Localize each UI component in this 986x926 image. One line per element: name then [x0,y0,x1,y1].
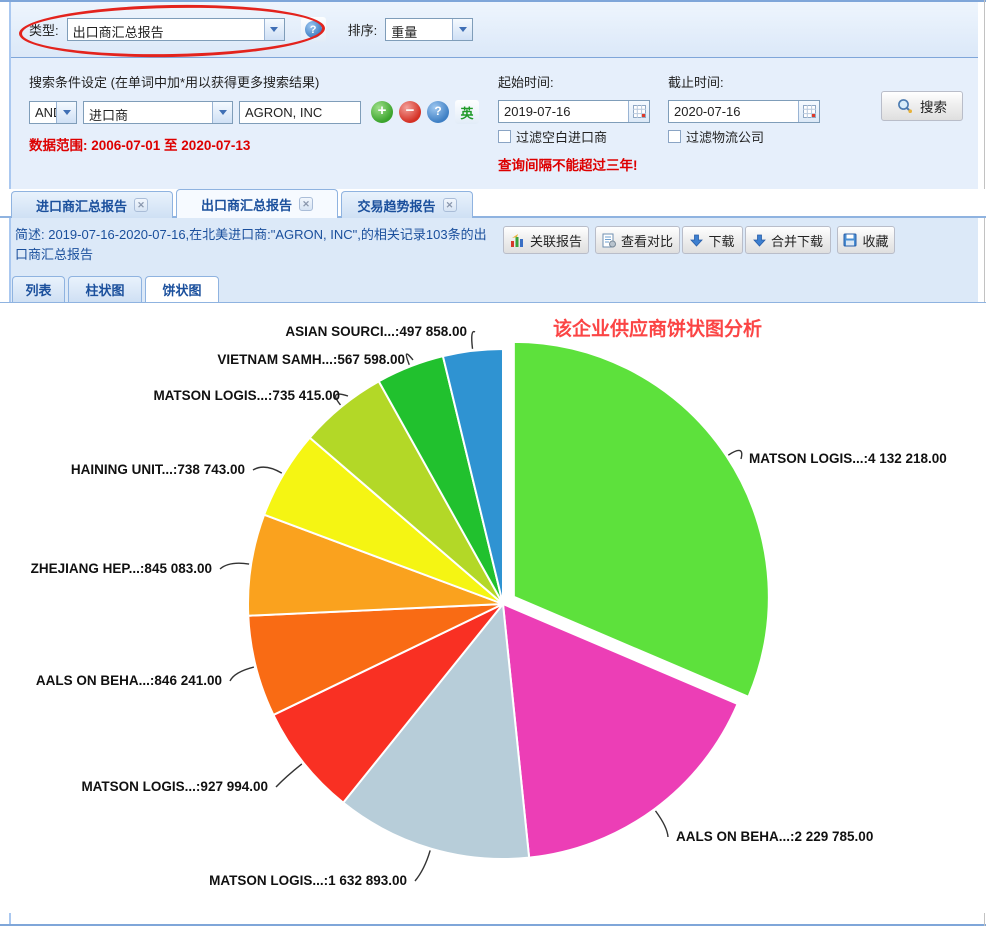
search-icon [897,98,913,114]
trade-report-window: 类型: 出口商汇总报告 ? 排序: 重量 搜索条件设定 (在单词中加*用以获得更… [0,0,986,926]
pie-label-leader-line [415,850,430,881]
pie-label-leader-line [406,354,413,365]
search-button-label: 搜索 [920,96,947,116]
button-label: 下载 [708,231,734,250]
remove-condition-button[interactable]: − [399,101,421,123]
pie-slice-label: ZHEJIANG HEP...:845 083.00 [31,561,212,576]
pie-label-leader-line [472,332,475,349]
search-panel: 搜索条件设定 (在单词中加*用以获得更多搜索结果) AND 进口商 + − ? … [11,58,978,190]
chart-title: 该企业供应商饼状图分析 [553,314,762,341]
start-date-label: 起始时间: [498,75,554,90]
search-field-value: 进口商 [84,102,212,123]
chevron-down-icon[interactable] [56,102,76,123]
document-icon [602,233,616,248]
close-icon[interactable]: ✕ [299,197,313,211]
pie-label-leader-line [253,467,282,473]
boolean-operator-value: AND [30,102,56,123]
sort-label: 排序: [348,20,378,39]
bar-chart-icon [510,233,525,248]
pie-slice-label: MATSON LOGIS...:735 415.00 [153,388,340,403]
summary-text: 简述: 2019-07-16-2020-07-16,在北美进口商:"AGRON,… [15,225,493,265]
calendar-icon[interactable] [628,101,649,122]
sort-select[interactable]: 重量 [385,18,473,41]
chevron-down-icon[interactable] [264,19,284,40]
pie-slice-label: AALS ON BEHA...:2 229 785.00 [676,829,873,844]
tab-importer-summary-report[interactable]: 进口商汇总报告 ✕ [11,191,173,218]
help-icon[interactable]: ? [427,101,449,123]
start-date-field[interactable]: 2019-07-16 [498,100,650,123]
help-button[interactable]: ? [301,17,326,42]
view-tab-bar-chart[interactable]: 柱状图 [68,276,142,302]
start-date-value: 2019-07-16 [499,101,628,122]
favorite-button[interactable]: 收藏 [837,226,895,254]
query-interval-warning: 查询间隔不能超过三年! [498,154,638,174]
pie-slice-label: ASIAN SOURCI...:497 858.00 [285,324,467,339]
pie-chart-panel: MATSON LOGIS...:4 132 218.00 AALS ON BEHA… [0,302,986,913]
data-range-text: 数据范围: 2006-07-01 至 2020-07-13 [29,134,250,154]
download-button[interactable]: 下载 [682,226,743,254]
tab-label: 饼状图 [162,280,201,299]
pie-label-leader-line [276,764,302,787]
chevron-down-icon[interactable] [452,19,472,40]
tab-label: 出口商汇总报告 [201,195,292,214]
pie-slice-label: HAINING UNIT...:738 743.00 [71,462,245,477]
pie-label-leader-line [655,811,668,837]
pie-slice-label: AALS ON BEHA...:846 241.00 [36,673,222,688]
sort-value: 重量 [386,19,452,40]
keyword-input[interactable] [239,101,361,124]
tab-label: 列表 [25,280,51,299]
filter-blank-importer-checkbox[interactable] [498,130,511,143]
tab-label: 柱状图 [85,280,124,299]
download-arrow-icon [690,234,703,247]
tab-label: 交易趋势报告 [357,196,435,215]
pie-label-leader-line [220,563,249,569]
pie-slice-label: MATSON LOGIS...:927 994.00 [81,779,268,794]
tab-trade-trend-report[interactable]: 交易趋势报告 ✕ [341,191,473,218]
pie-slice-label: MATSON LOGIS...:1 632 893.00 [209,873,407,888]
summary-panel: 简述: 2019-07-16-2020-07-16,在北美进口商:"AGRON,… [11,218,978,302]
view-tab-list[interactable]: 列表 [12,276,65,302]
help-icon: ? [305,21,322,38]
supplier-pie-chart: MATSON LOGIS...:4 132 218.00 AALS ON BEHA… [0,303,986,913]
save-disk-icon [843,233,857,247]
view-compare-button[interactable]: 查看对比 [595,226,680,254]
search-field-select[interactable]: 进口商 [83,101,233,124]
chevron-down-icon[interactable] [212,102,232,123]
pie-slice-label: MATSON LOGIS...:4 132 218.00 [749,451,947,466]
tab-label: 进口商汇总报告 [36,196,127,215]
download-arrow-icon [753,234,766,247]
pie-label-leader-line [230,667,254,681]
button-label: 合并下载 [771,231,823,250]
related-report-button[interactable]: 关联报告 [503,226,589,254]
report-type-value: 出口商汇总报告 [68,19,264,40]
calendar-icon[interactable] [798,101,819,122]
view-tab-pie-chart[interactable]: 饼状图 [145,276,219,302]
pie-slice-label: VIETNAM SAMH...:567 598.00 [217,352,405,367]
button-label: 收藏 [862,231,888,250]
english-toggle-button[interactable]: 英 [455,100,479,124]
filter-logistics-checkbox[interactable] [668,130,681,143]
filter-logistics-label: 过滤物流公司 [686,127,764,146]
pie-label-leader-line [728,450,741,459]
button-label: 关联报告 [530,231,582,250]
search-button[interactable]: 搜索 [881,91,963,121]
add-condition-button[interactable]: + [371,101,393,123]
toolbar: 类型: 出口商汇总报告 ? 排序: 重量 [11,2,978,58]
end-date-field[interactable]: 2020-07-16 [668,100,820,123]
close-icon[interactable]: ✕ [134,198,148,212]
button-label: 查看对比 [621,231,673,250]
boolean-operator-select[interactable]: AND [29,101,77,124]
end-date-value: 2020-07-16 [669,101,798,122]
end-date-label: 截止时间: [668,75,724,90]
search-conditions-title: 搜索条件设定 (在单词中加*用以获得更多搜索结果) [29,72,319,91]
report-tab-bar: 进口商汇总报告 ✕ 出口商汇总报告 ✕ 交易趋势报告 ✕ [0,189,986,218]
tab-exporter-summary-report[interactable]: 出口商汇总报告 ✕ [176,189,338,218]
merge-download-button[interactable]: 合并下载 [745,226,831,254]
filter-blank-importer-label: 过滤空白进口商 [516,127,607,146]
report-type-select[interactable]: 出口商汇总报告 [67,18,285,41]
close-icon[interactable]: ✕ [443,198,457,212]
report-type-label: 类型: [29,20,59,39]
